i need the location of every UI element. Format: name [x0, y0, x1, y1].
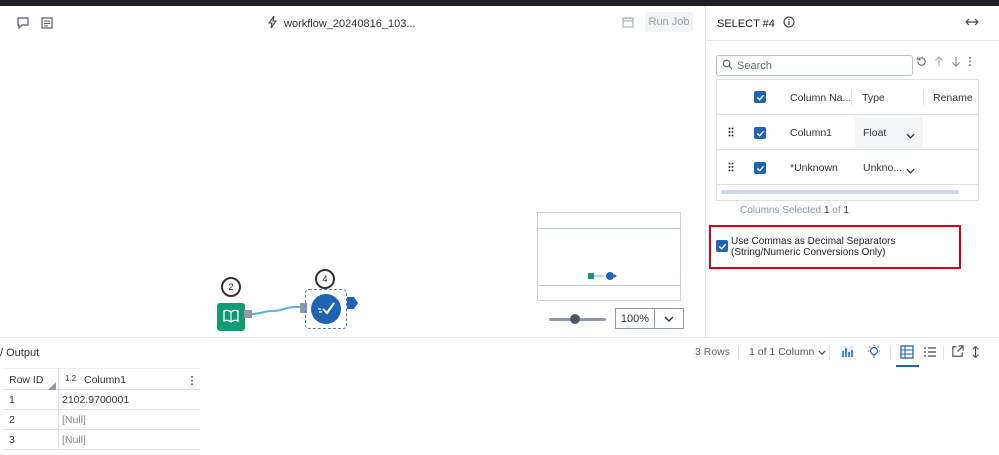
expand-panel-icon[interactable] [965, 16, 979, 30]
list-view-icon[interactable] [923, 345, 938, 360]
column-name: *Unknown [790, 162, 838, 174]
schedule-icon[interactable] [622, 16, 634, 31]
data-profile-icon[interactable] [840, 345, 855, 360]
type-dropdown[interactable]: Float [855, 117, 923, 148]
row-id: 1 [9, 394, 15, 406]
column-tools [916, 56, 972, 70]
arrow-down-icon[interactable] [951, 56, 961, 70]
table-header: Row ID 1.2 Column1 [4, 368, 200, 390]
commas-decimal-checkbox[interactable] [716, 240, 728, 252]
open-external-icon[interactable] [951, 345, 966, 360]
cell-value: [Null] [62, 414, 86, 426]
cell-value: [Null] [62, 434, 86, 446]
row-count: 3 Rows [695, 346, 731, 358]
workflow-canvas[interactable]: workflow_20240816_103... Run Job 2 4 100… [0, 6, 705, 337]
column-selector[interactable]: 1 of 1 Column [749, 346, 826, 358]
connection-line[interactable] [244, 302, 308, 324]
search-input[interactable] [737, 59, 907, 72]
select-node-badge: 4 [315, 269, 335, 289]
run-job-button[interactable]: Run Job [645, 12, 693, 32]
grid-view-icon[interactable] [896, 345, 919, 367]
table-row[interactable]: 1 2102.9700001 [4, 390, 200, 410]
cell-value: 2102.9700001 [62, 394, 130, 406]
select-all-checkbox[interactable] [754, 91, 766, 103]
config-title-text: SELECT #4 [717, 17, 775, 30]
zoom-dropdown-button[interactable] [654, 308, 684, 329]
columns-selected-summary: Columns Selected 1 of 1 [740, 205, 849, 216]
select-check-icon [317, 301, 335, 320]
row-id: 3 [9, 434, 15, 446]
input-data-node[interactable] [217, 303, 245, 331]
sort-corner-icon [48, 382, 56, 390]
chevron-down-icon [818, 346, 826, 358]
header-type[interactable]: Type [862, 92, 885, 104]
input-node-badge: 2 [221, 277, 241, 297]
type-value: Float [863, 127, 887, 139]
search-icon [722, 59, 733, 73]
chevron-down-icon [906, 130, 915, 142]
horizontal-scrollbar[interactable] [721, 190, 959, 194]
more-options-icon[interactable] [968, 56, 972, 70]
arrow-up-icon[interactable] [934, 56, 944, 70]
column-grid: Column Na... Type Rename Column1 Float *… [716, 79, 979, 201]
column-name: Column1 [790, 127, 833, 139]
results-title: / Output [0, 347, 40, 359]
results-panel: / Output 3 Rows 1 of 1 Column Row ID 1.2… [0, 337, 999, 455]
book-icon [223, 309, 239, 326]
minimap[interactable] [537, 212, 681, 301]
zoom-slider-handle[interactable] [570, 314, 580, 324]
column-menu-icon[interactable] [190, 375, 194, 389]
output-anchor-icon[interactable] [347, 296, 359, 310]
comment-icon[interactable] [16, 16, 30, 30]
chevron-down-icon [664, 313, 674, 325]
type-value[interactable]: Unkno... [863, 162, 902, 174]
drag-handle-icon[interactable] [728, 162, 734, 175]
column-checkbox[interactable] [754, 127, 766, 139]
table-row[interactable]: 2 [Null] [4, 410, 200, 430]
select-node[interactable] [305, 289, 347, 329]
zoom-value[interactable]: 100% [615, 308, 655, 329]
table-row[interactable]: 3 [Null] [4, 430, 200, 450]
header-column1[interactable]: Column1 [84, 374, 126, 386]
drag-handle-icon[interactable] [728, 127, 734, 140]
resize-vertical-icon[interactable] [971, 345, 986, 360]
info-icon[interactable] [783, 16, 795, 31]
column-row[interactable]: Column1 Float [717, 115, 978, 150]
minimap-nodes [588, 272, 617, 280]
header-row-id[interactable]: Row ID [9, 374, 43, 386]
config-title: SELECT #4 [717, 16, 795, 31]
reset-icon[interactable] [916, 56, 927, 70]
notes-icon[interactable] [40, 16, 54, 30]
workflow-name: workflow_20240816_103... [284, 17, 416, 30]
lightbulb-icon[interactable] [867, 345, 882, 360]
row-id: 2 [9, 414, 15, 426]
configuration-panel: SELECT #4 Column Na... [705, 6, 999, 337]
commas-decimal-label[interactable]: Use Commas as Decimal Separators (String… [731, 236, 961, 258]
type-badge: 1.2 [65, 374, 77, 383]
column-checkbox[interactable] [754, 162, 766, 174]
grid-header: Column Na... Type Rename [717, 80, 978, 115]
header-column-name[interactable]: Column Na... [790, 92, 851, 104]
column-row[interactable]: *Unknown Unkno... [717, 150, 978, 185]
minimap-viewport[interactable] [538, 228, 680, 286]
chevron-down-icon[interactable] [906, 165, 915, 177]
header-rename[interactable]: Rename [933, 92, 973, 104]
workflow-title: workflow_20240816_103... [267, 15, 416, 31]
column-search[interactable] [716, 55, 913, 76]
lightning-icon [267, 15, 278, 31]
